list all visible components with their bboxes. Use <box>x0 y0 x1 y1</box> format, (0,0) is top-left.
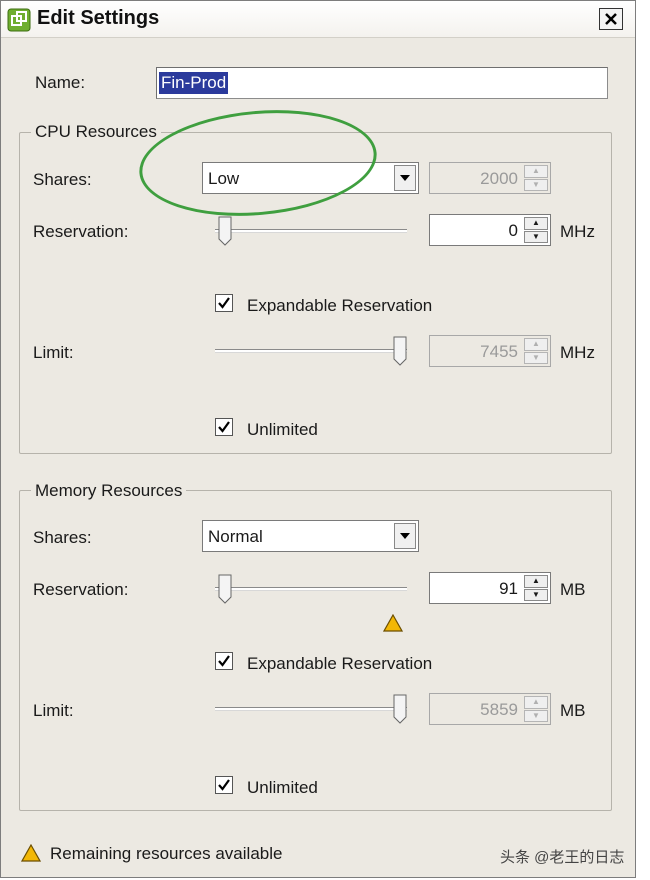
cpu-limit-spinner: 7455 ▲ ▼ <box>429 335 551 367</box>
memory-shares-select[interactable]: Normal <box>202 520 419 552</box>
cpu-shares-count: 2000 <box>480 169 518 188</box>
cpu-limit-slider-track <box>215 349 407 353</box>
memory-unlimited-checkbox[interactable] <box>215 776 233 794</box>
memory-unlimited-label: Unlimited <box>247 778 318 797</box>
cpu-reservation-spinner[interactable]: 0 ▲ ▼ <box>429 214 551 246</box>
cpu-limit-value: 7455 <box>480 342 518 361</box>
cpu-limit-slider-thumb <box>393 336 407 366</box>
memory-reservation-label: Reservation: <box>33 580 129 599</box>
cpu-shares-label: Shares: <box>33 170 92 189</box>
memory-limit-label: Limit: <box>33 701 74 720</box>
cpu-unlimited-label: Unlimited <box>247 420 318 439</box>
cpu-expandable-label: Expandable Reservation <box>247 296 433 315</box>
spin-down-icon[interactable]: ▼ <box>524 588 548 601</box>
spin-down-icon: ▼ <box>524 178 548 191</box>
memory-shares-value: Normal <box>208 527 263 546</box>
memory-shares-label: Shares: <box>33 528 92 547</box>
memory-resources-title: Memory Resources <box>31 481 187 501</box>
edit-settings-dialog: Edit Settings Name: Fin-Prod CPU Resourc… <box>0 0 636 878</box>
memory-limit-slider-track <box>215 707 407 711</box>
cpu-reservation-value: 0 <box>508 221 518 240</box>
memory-limit-spinner: 5859 ▲ ▼ <box>429 693 551 725</box>
warning-icon <box>21 844 41 862</box>
window-title: Edit Settings <box>37 7 160 29</box>
cpu-limit-label: Limit: <box>33 343 74 362</box>
cpu-limit-unit: MHz <box>560 343 595 362</box>
watermark: 头条 @老王的日志 <box>500 849 625 866</box>
checkmark-icon <box>218 779 230 791</box>
memory-expandable-checkbox[interactable] <box>215 652 233 670</box>
memory-reservation-slider-thumb[interactable] <box>218 574 232 604</box>
cpu-unlimited-checkbox[interactable] <box>215 418 233 436</box>
spin-down-icon[interactable]: ▼ <box>524 230 548 243</box>
spin-up-icon: ▲ <box>524 338 548 351</box>
memory-reservation-unit: MB <box>560 580 586 599</box>
app-icon <box>7 8 31 32</box>
name-input-value: Fin-Prod <box>159 72 229 94</box>
spin-up-icon[interactable]: ▲ <box>524 575 548 588</box>
checkmark-icon <box>218 655 230 667</box>
cpu-reservation-unit: MHz <box>560 222 595 241</box>
memory-reservation-slider-track[interactable] <box>215 587 407 591</box>
memory-limit-slider-thumb <box>393 694 407 724</box>
spin-up-icon: ▲ <box>524 165 548 178</box>
memory-limit-unit: MB <box>560 701 586 720</box>
chevron-down-icon <box>400 533 410 539</box>
chevron-down-icon <box>400 175 410 181</box>
cpu-expandable-checkbox[interactable] <box>215 294 233 312</box>
checkmark-icon <box>218 421 230 433</box>
spin-down-icon: ▼ <box>524 709 548 722</box>
cpu-shares-dropdown-button[interactable] <box>394 165 416 191</box>
name-input[interactable]: Fin-Prod <box>156 67 608 99</box>
memory-expandable-label: Expandable Reservation <box>247 654 433 673</box>
spin-up-icon[interactable]: ▲ <box>524 217 548 230</box>
memory-limit-value: 5859 <box>480 700 518 719</box>
warning-icon <box>383 614 403 632</box>
memory-reservation-spinner[interactable]: 91 ▲ ▼ <box>429 572 551 604</box>
close-icon <box>605 13 617 25</box>
memory-reservation-value: 91 <box>499 579 518 598</box>
cpu-reservation-slider-thumb[interactable] <box>218 216 232 246</box>
close-button[interactable] <box>599 8 623 30</box>
cpu-reservation-slider-track[interactable] <box>215 229 407 233</box>
cpu-shares-count-spinner: 2000 ▲ ▼ <box>429 162 551 194</box>
cpu-reservation-label: Reservation: <box>33 222 129 241</box>
cpu-resources-title: CPU Resources <box>31 122 161 142</box>
memory-shares-dropdown-button[interactable] <box>394 523 416 549</box>
checkmark-icon <box>218 297 230 309</box>
spin-up-icon: ▲ <box>524 696 548 709</box>
title-bar: Edit Settings <box>1 1 635 38</box>
name-label: Name: <box>35 73 86 92</box>
remaining-resources-text: Remaining resources available <box>50 844 283 863</box>
spin-down-icon: ▼ <box>524 351 548 364</box>
